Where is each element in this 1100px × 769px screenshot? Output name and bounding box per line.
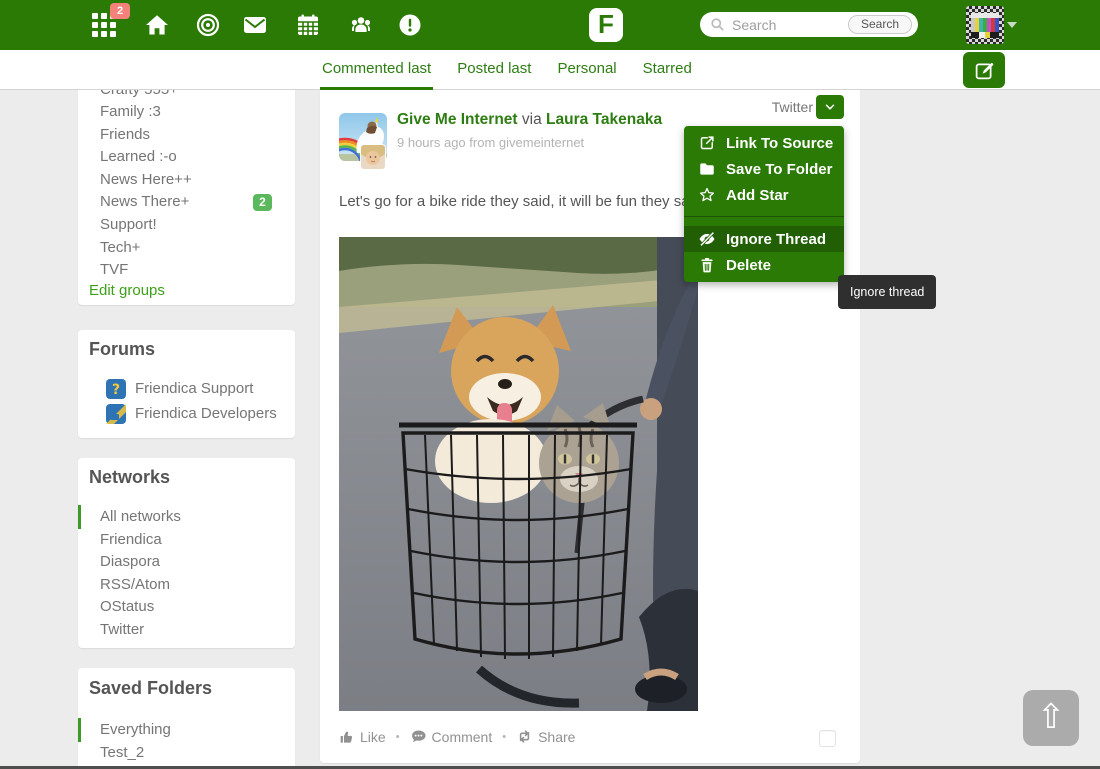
search-button[interactable]: Search — [848, 15, 912, 34]
menu-item-delete[interactable]: Delete — [684, 252, 844, 278]
comment-icon — [410, 728, 427, 745]
menu-divider — [684, 216, 844, 217]
sidebar-item-group[interactable]: News There+ — [100, 191, 189, 213]
svg-text:?: ? — [112, 382, 120, 398]
friendica-logo[interactable]: F — [589, 8, 623, 42]
forum-developers-icon — [106, 404, 126, 424]
sidebar-item-group[interactable]: Tech+ — [100, 237, 140, 259]
folder-icon — [698, 160, 716, 178]
sidebar-item-group[interactable]: News Here++ — [100, 169, 192, 191]
thumbs-up-icon — [339, 729, 355, 745]
tab-personal[interactable]: Personal — [555, 50, 618, 90]
active-folder-indicator — [78, 718, 81, 742]
avatar-dropdown-caret[interactable] — [1007, 22, 1017, 28]
forums-panel: Forums ? Friendica Support Friendica Dev… — [78, 330, 295, 438]
post-options-menu: Link To Source Save To Folder Add Star I… — [684, 126, 844, 282]
sidebar-item-forum[interactable]: Friendica Support — [135, 378, 253, 400]
menu-item-label: Link To Source — [726, 135, 833, 152]
post-title-line: Give Me Internet via Laura Takenaka — [397, 111, 662, 129]
retweet-icon — [516, 728, 533, 745]
sidebar-item-network-twitter[interactable]: Twitter — [100, 619, 144, 641]
menu-item-save-to-folder[interactable]: Save To Folder — [684, 156, 844, 182]
ignore-thread-tooltip: Ignore thread — [838, 275, 936, 309]
post-author-name[interactable]: Give Me Internet — [397, 111, 518, 128]
comment-label: Comment — [432, 729, 493, 745]
forums-panel-title: Forums — [89, 339, 155, 360]
post-sharer-name[interactable]: Laura Takenaka — [546, 111, 662, 128]
tab-posted-last[interactable]: Posted last — [455, 50, 533, 90]
star-icon — [698, 186, 716, 204]
post-action-row: Like • Comment • Share — [339, 728, 575, 745]
post-timestamp: 9 hours ago from givemeinternet — [397, 135, 584, 150]
active-network-indicator — [78, 505, 81, 529]
sidebar-item-network-friendica[interactable]: Friendica — [100, 529, 162, 551]
post-network-label: Twitter — [772, 95, 813, 119]
saved-folders-panel: Saved Folders Everything Test_2 — [78, 668, 295, 769]
sidebar-item-folder-test2[interactable]: Test_2 — [100, 742, 144, 764]
sidebar-item-group[interactable]: TVF — [100, 259, 128, 281]
action-separator: • — [396, 731, 400, 743]
sidebar-item-network-all[interactable]: All networks — [100, 506, 181, 528]
menu-item-link-to-source[interactable]: Link To Source — [684, 130, 844, 156]
menu-item-label: Delete — [726, 257, 771, 274]
share-label: Share — [538, 729, 575, 745]
sidebar-item-group[interactable]: Learned :-o — [100, 146, 177, 168]
search-icon — [710, 17, 725, 32]
menu-item-label: Add Star — [726, 187, 789, 204]
compose-button[interactable] — [963, 52, 1005, 88]
search-input[interactable] — [732, 14, 850, 35]
home-icon[interactable] — [145, 13, 169, 37]
sidebar-item-network-rss[interactable]: RSS/Atom — [100, 574, 170, 596]
post-select-checkbox[interactable] — [819, 730, 836, 747]
scroll-to-top-button[interactable]: ⇧ — [1023, 690, 1079, 746]
events-calendar-icon[interactable] — [296, 13, 320, 37]
sidebar-item-folder-everything[interactable]: Everything — [100, 719, 171, 741]
menu-item-label: Save To Folder — [726, 161, 832, 178]
share-button[interactable]: Share — [516, 728, 575, 745]
trash-icon — [698, 256, 716, 274]
sidebar-item-group[interactable]: Support! — [100, 214, 157, 236]
menu-item-add-star[interactable]: Add Star — [684, 182, 844, 208]
post-sharer-avatar[interactable] — [361, 145, 385, 169]
post-photo[interactable] — [339, 237, 698, 711]
notices-icon[interactable] — [398, 13, 422, 37]
networks-panel: Networks All networks Friendica Diaspora… — [78, 458, 295, 648]
menu-item-label: Ignore Thread — [726, 231, 826, 248]
messages-icon[interactable] — [243, 13, 267, 37]
comment-button[interactable]: Comment — [410, 728, 493, 745]
sidebar-item-network-diaspora[interactable]: Diaspora — [100, 551, 160, 573]
sidebar-item-group[interactable]: Family :3 — [100, 101, 161, 123]
tab-starred[interactable]: Starred — [641, 50, 694, 90]
like-button[interactable]: Like — [339, 729, 386, 745]
sidebar-item-forum[interactable]: Friendica Developers — [135, 403, 277, 425]
search-box: Search — [700, 12, 918, 37]
sidebar-item-group[interactable]: Friends — [100, 124, 150, 146]
forum-support-icon: ? — [106, 379, 126, 399]
top-navbar: 2 F — [0, 0, 1100, 50]
group-unread-badge: 2 — [253, 194, 272, 211]
tab-commented-last[interactable]: Commented last — [320, 50, 433, 90]
eye-slash-icon — [698, 230, 716, 248]
networks-panel-title: Networks — [89, 467, 170, 488]
feed-tabbar: Commented last Posted last Personal Star… — [0, 50, 1100, 90]
menu-item-ignore-thread[interactable]: Ignore Thread — [684, 226, 844, 252]
action-separator: • — [502, 731, 506, 743]
external-link-icon — [698, 134, 716, 152]
groups-icon[interactable] — [349, 13, 373, 37]
via-text: via — [522, 111, 542, 128]
saved-folders-panel-title: Saved Folders — [89, 678, 212, 699]
sidebar-item-network-ostatus[interactable]: OStatus — [100, 596, 154, 618]
circles-icon[interactable] — [196, 13, 220, 37]
like-label: Like — [360, 729, 386, 745]
user-avatar[interactable] — [966, 6, 1004, 44]
notification-count-badge[interactable]: 2 — [110, 3, 130, 19]
edit-groups-link[interactable]: Edit groups — [89, 280, 165, 302]
post-menu-toggle-button[interactable] — [816, 95, 844, 119]
